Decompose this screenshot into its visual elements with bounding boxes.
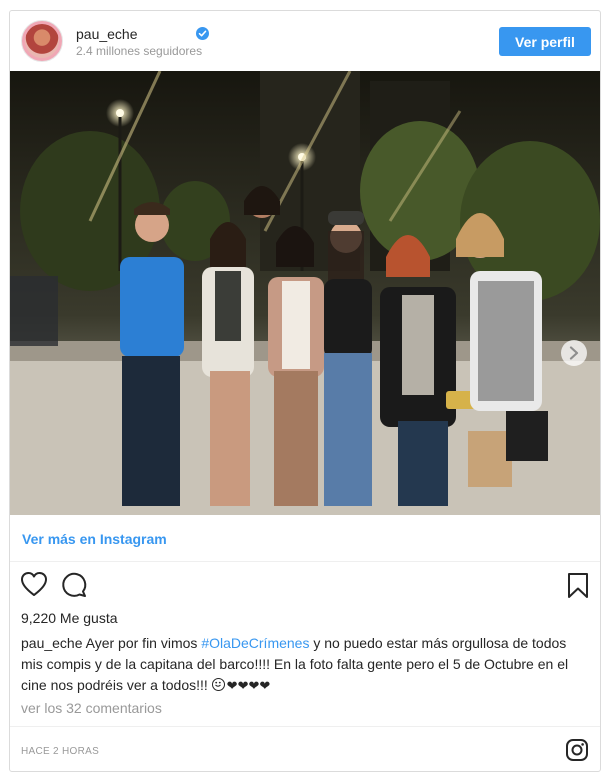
post-timestamp[interactable]: HACE 2 HORAS xyxy=(21,746,99,757)
comment-icon[interactable] xyxy=(60,571,88,604)
likes-count[interactable]: 9,220 Me gusta xyxy=(21,610,118,626)
heart-icon[interactable] xyxy=(20,571,48,602)
instagram-embed-card: pau_eche 2.4 millones seguidores Ver per… xyxy=(9,10,601,772)
heart-emojis: ❤❤❤❤ xyxy=(226,678,271,693)
group-photo-image xyxy=(10,71,600,515)
verified-badge-icon xyxy=(196,27,209,40)
avatar-image xyxy=(25,24,59,58)
view-profile-button[interactable]: Ver perfil xyxy=(499,27,591,56)
post-caption: pau_eche Ayer por fin vimos #OlaDeCrímen… xyxy=(21,633,591,696)
chevron-right-icon xyxy=(569,346,579,360)
avatar[interactable] xyxy=(21,20,63,62)
followers-count: 2.4 millones seguidores xyxy=(76,44,203,58)
post-photo[interactable] xyxy=(10,71,600,515)
caption-text-before: Ayer por fin vimos xyxy=(82,635,202,651)
divider xyxy=(10,561,600,562)
divider xyxy=(10,726,600,727)
view-more-on-instagram-link[interactable]: Ver más en Instagram xyxy=(22,531,167,547)
caption-hashtag[interactable]: #OlaDeCrímenes xyxy=(201,635,309,651)
caption-username[interactable]: pau_eche xyxy=(21,635,83,651)
post-header: pau_eche 2.4 millones seguidores Ver per… xyxy=(10,11,600,71)
smile-emoji-icon xyxy=(211,678,225,691)
username-link[interactable]: pau_eche xyxy=(76,26,138,42)
instagram-icon[interactable] xyxy=(565,738,589,767)
bookmark-icon[interactable] xyxy=(567,572,589,604)
view-comments-link[interactable]: ver los 32 comentarios xyxy=(21,700,162,716)
carousel-next-button[interactable] xyxy=(561,340,587,366)
